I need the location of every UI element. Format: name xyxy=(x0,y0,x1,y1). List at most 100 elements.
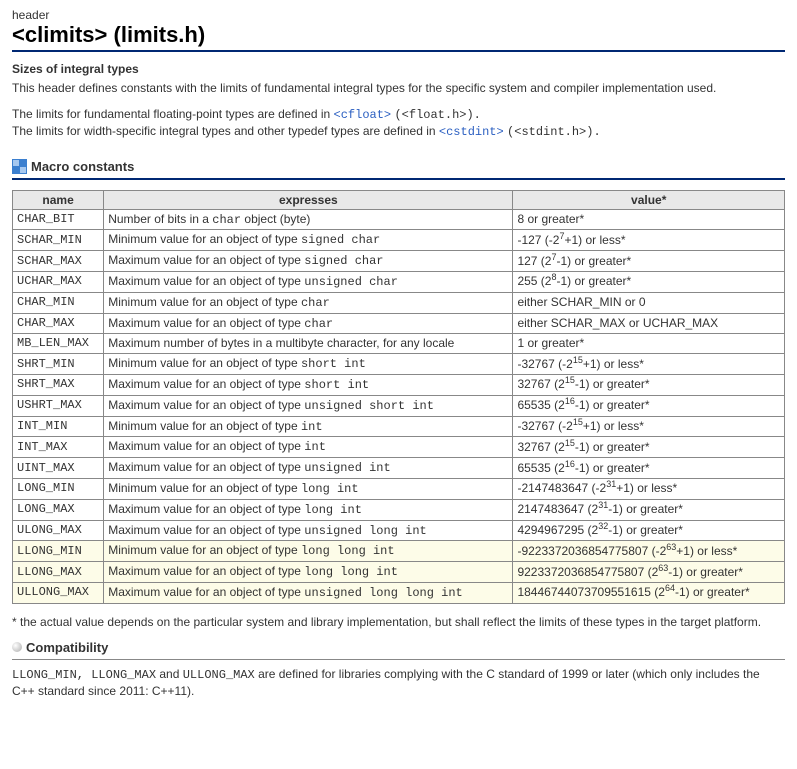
related-links: The limits for fundamental floating-poin… xyxy=(12,106,785,140)
table-row: SHRT_MINMinimum value for an object of t… xyxy=(13,354,785,375)
section-macros: Macro constants xyxy=(12,159,785,174)
macro-name: ULONG_MAX xyxy=(13,520,104,541)
table-row: ULONG_MAXMaximum value for an object of … xyxy=(13,520,785,541)
macro-value: 9223372036854775807 (263-1) or greater* xyxy=(513,562,785,583)
macro-name: SHRT_MAX xyxy=(13,374,104,395)
compat-and: and xyxy=(156,667,183,681)
macro-name: LONG_MAX xyxy=(13,499,104,520)
macro-name: SCHAR_MIN xyxy=(13,230,104,251)
bullet-icon xyxy=(12,642,22,652)
macro-expresses: Maximum value for an object of type sign… xyxy=(104,251,513,272)
table-row: LLONG_MINMinimum value for an object of … xyxy=(13,541,785,562)
table-row: SHRT_MAXMaximum value for an object of t… xyxy=(13,374,785,395)
macro-value: -2147483647 (-231+1) or less* xyxy=(513,478,785,499)
macro-value: 1 or greater* xyxy=(513,334,785,354)
macro-name: CHAR_MAX xyxy=(13,313,104,334)
header-label: header xyxy=(12,8,785,22)
compat-tt1: LLONG_MIN, LLONG_MAX xyxy=(12,668,156,682)
th-expresses: expresses xyxy=(104,190,513,209)
macro-expresses: Maximum value for an object of type shor… xyxy=(104,374,513,395)
divider xyxy=(12,50,785,52)
compat-text: LLONG_MIN, LLONG_MAX and ULLONG_MAX are … xyxy=(12,666,785,699)
table-row: UCHAR_MAXMaximum value for an object of … xyxy=(13,271,785,292)
table-row: ULLONG_MAXMaximum value for an object of… xyxy=(13,582,785,603)
table-row: LLONG_MAXMaximum value for an object of … xyxy=(13,562,785,583)
macro-name: INT_MIN xyxy=(13,416,104,437)
macro-expresses: Maximum value for an object of type long… xyxy=(104,562,513,583)
macro-expresses: Maximum value for an object of type unsi… xyxy=(104,271,513,292)
table-row: UINT_MAXMaximum value for an object of t… xyxy=(13,458,785,479)
table-row: SCHAR_MINMinimum value for an object of … xyxy=(13,230,785,251)
compat-tt2: ULLONG_MAX xyxy=(183,668,255,682)
macro-name: LLONG_MIN xyxy=(13,541,104,562)
th-value: value* xyxy=(513,190,785,209)
page-title: <climits> (limits.h) xyxy=(12,22,785,48)
macro-name: UCHAR_MAX xyxy=(13,271,104,292)
macro-value: -127 (-27+1) or less* xyxy=(513,230,785,251)
macro-name: CHAR_MIN xyxy=(13,292,104,313)
width-line-pre: The limits for width-specific integral t… xyxy=(12,124,439,138)
macro-name: USHRT_MAX xyxy=(13,395,104,416)
macro-expresses: Minimum value for an object of type char xyxy=(104,292,513,313)
float-plain: (<float.h>). xyxy=(394,108,480,122)
table-row: USHRT_MAXMaximum value for an object of … xyxy=(13,395,785,416)
macro-value: 32767 (215-1) or greater* xyxy=(513,437,785,458)
macro-expresses: Minimum value for an object of type int xyxy=(104,416,513,437)
macro-value: -9223372036854775807 (-263+1) or less* xyxy=(513,541,785,562)
macro-expresses: Maximum value for an object of type long… xyxy=(104,499,513,520)
float-line-pre: The limits for fundamental floating-poin… xyxy=(12,107,334,121)
cfloat-link[interactable]: <cfloat> xyxy=(334,108,392,122)
section-compat-label: Compatibility xyxy=(26,640,108,655)
macro-expresses: Maximum value for an object of type int xyxy=(104,437,513,458)
table-row: CHAR_MAXMaximum value for an object of t… xyxy=(13,313,785,334)
section-macros-label: Macro constants xyxy=(31,159,134,174)
macro-value: -32767 (-215+1) or less* xyxy=(513,416,785,437)
table-row: CHAR_MINMinimum value for an object of t… xyxy=(13,292,785,313)
macro-expresses: Maximum number of bytes in a multibyte c… xyxy=(104,334,513,354)
cstdint-link[interactable]: <cstdint> xyxy=(439,125,504,139)
macro-expresses: Maximum value for an object of type unsi… xyxy=(104,395,513,416)
macro-name: LLONG_MAX xyxy=(13,562,104,583)
table-row: LONG_MINMinimum value for an object of t… xyxy=(13,478,785,499)
macro-value: 2147483647 (231-1) or greater* xyxy=(513,499,785,520)
macro-name: LONG_MIN xyxy=(13,478,104,499)
macro-expresses: Minimum value for an object of type shor… xyxy=(104,354,513,375)
macro-value: -32767 (-215+1) or less* xyxy=(513,354,785,375)
title-paren: (limits.h) xyxy=(114,22,206,47)
macro-name: INT_MAX xyxy=(13,437,104,458)
footnote: * the actual value depends on the partic… xyxy=(12,614,785,630)
width-plain: (<stdint.h>). xyxy=(507,125,601,139)
intro-text: This header defines constants with the l… xyxy=(12,80,785,96)
macro-expresses: Number of bits in a char object (byte) xyxy=(104,209,513,230)
macro-value: 4294967295 (232-1) or greater* xyxy=(513,520,785,541)
divider xyxy=(12,659,785,660)
macro-name: SHRT_MIN xyxy=(13,354,104,375)
section-compat: Compatibility xyxy=(12,640,785,655)
macro-value: 32767 (215-1) or greater* xyxy=(513,374,785,395)
macro-value: 127 (27-1) or greater* xyxy=(513,251,785,272)
macros-table: name expresses value* CHAR_BITNumber of … xyxy=(12,190,785,604)
table-row: MB_LEN_MAXMaximum number of bytes in a m… xyxy=(13,334,785,354)
title-main: <climits> xyxy=(12,22,107,47)
macro-value: 65535 (216-1) or greater* xyxy=(513,395,785,416)
macro-expresses: Minimum value for an object of type long… xyxy=(104,478,513,499)
macro-expresses: Maximum value for an object of type unsi… xyxy=(104,458,513,479)
macro-value: 65535 (216-1) or greater* xyxy=(513,458,785,479)
macro-value: either SCHAR_MIN or 0 xyxy=(513,292,785,313)
subtitle: Sizes of integral types xyxy=(12,62,785,76)
macro-value: 255 (28-1) or greater* xyxy=(513,271,785,292)
table-row: CHAR_BITNumber of bits in a char object … xyxy=(13,209,785,230)
th-name: name xyxy=(13,190,104,209)
macro-value: 18446744073709551615 (264-1) or greater* xyxy=(513,582,785,603)
macros-icon xyxy=(12,159,27,174)
macro-value: 8 or greater* xyxy=(513,209,785,230)
table-row: SCHAR_MAXMaximum value for an object of … xyxy=(13,251,785,272)
table-row: INT_MAXMaximum value for an object of ty… xyxy=(13,437,785,458)
divider xyxy=(12,178,785,180)
macro-name: CHAR_BIT xyxy=(13,209,104,230)
macro-expresses: Minimum value for an object of type sign… xyxy=(104,230,513,251)
macro-expresses: Minimum value for an object of type long… xyxy=(104,541,513,562)
macro-name: SCHAR_MAX xyxy=(13,251,104,272)
macro-expresses: Maximum value for an object of type char xyxy=(104,313,513,334)
macro-value: either SCHAR_MAX or UCHAR_MAX xyxy=(513,313,785,334)
